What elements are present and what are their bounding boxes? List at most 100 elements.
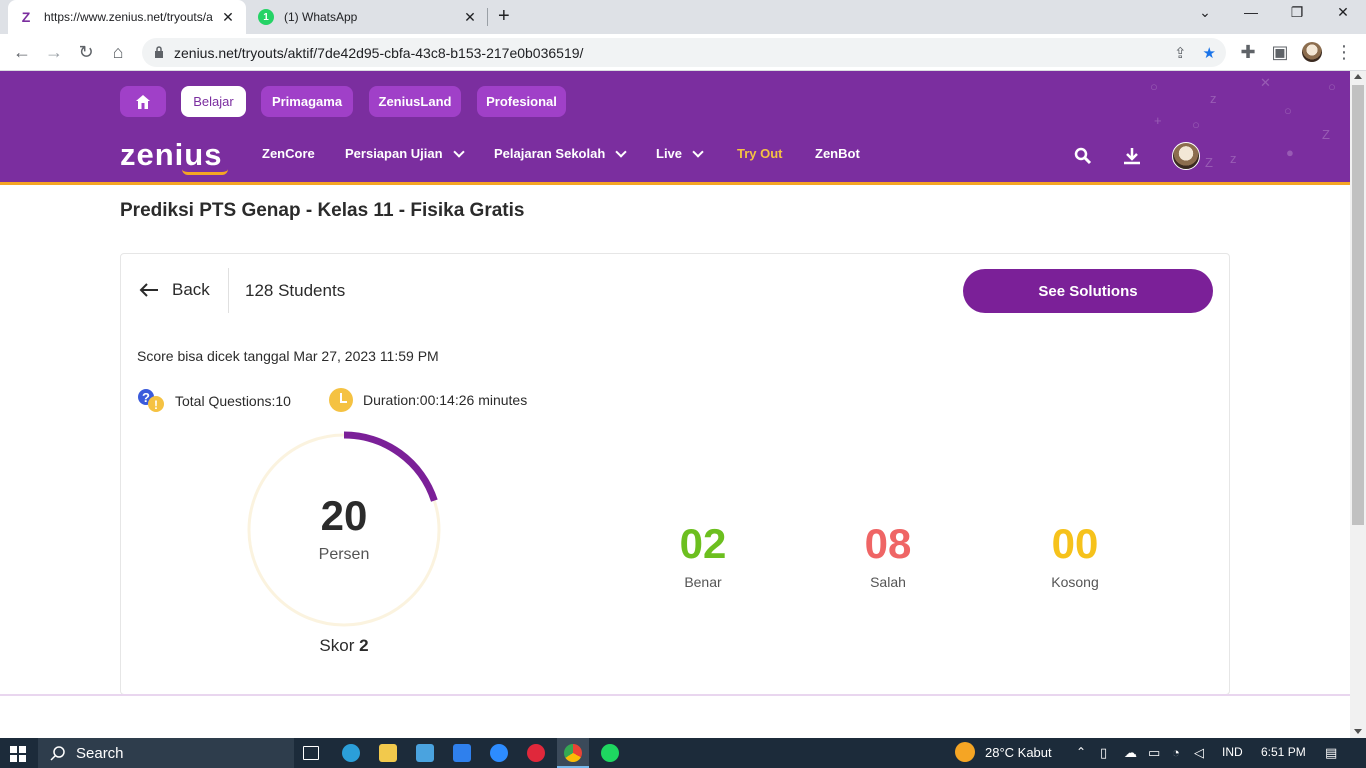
clock-time[interactable]: 6:51 PM <box>1261 745 1306 759</box>
windows-start-icon[interactable] <box>10 746 26 762</box>
nav-zenbot[interactable]: ZenBot <box>815 146 860 161</box>
decor-shape: + <box>1154 113 1162 128</box>
side-panel-icon[interactable]: ▣ <box>1268 40 1292 64</box>
decor-shape: ○ <box>1328 79 1336 94</box>
chrome-icon[interactable] <box>564 744 582 762</box>
file-explorer-icon[interactable] <box>379 744 397 762</box>
bookmark-star-icon[interactable]: ★ <box>1203 44 1216 62</box>
weather-icon[interactable] <box>955 742 975 762</box>
tab-zenius[interactable]: Z https://www.zenius.net/tryouts/a ✕ <box>8 0 246 34</box>
decor-shape: Z <box>1322 127 1330 142</box>
students-count: 128 Students <box>245 281 346 300</box>
nav-label: ZenCore <box>262 146 315 161</box>
site-header: ○ z ✕ ○ Z + ○ ● Z z ○ Belajar Primagama … <box>0 71 1350 185</box>
reload-icon[interactable]: ↻ <box>74 40 98 64</box>
zenius-logo[interactable]: zenius <box>120 137 228 175</box>
nav-live[interactable]: Live <box>656 145 704 161</box>
salah-label: Salah <box>870 574 906 590</box>
zenius-favicon-icon: Z <box>21 9 31 25</box>
back-arrow-icon[interactable]: ← <box>10 40 34 64</box>
duration-stat: Duration:00:14:26 minutes <box>329 388 527 412</box>
close-tab-icon[interactable]: ✕ <box>220 9 236 26</box>
search-icon[interactable] <box>1074 147 1092 165</box>
pill-belajar[interactable]: Belajar <box>181 86 246 117</box>
pill-profesional[interactable]: Profesional <box>477 86 566 117</box>
tab-title: (1) WhatsApp <box>284 10 358 24</box>
tab-whatsapp[interactable]: 1 (1) WhatsApp ✕ <box>248 0 488 34</box>
scroll-up-arrow-icon[interactable] <box>1354 74 1362 79</box>
decor-shape: Z <box>1205 155 1213 170</box>
see-solutions-button[interactable]: See Solutions <box>963 269 1213 313</box>
share-icon[interactable]: ⇪ <box>1174 44 1187 62</box>
total-questions-text: Total Questions:10 <box>175 393 291 409</box>
profile-avatar[interactable] <box>1300 40 1324 64</box>
whatsapp-favicon-icon: 1 <box>258 9 274 25</box>
chrome-menu-icon[interactable]: ⋮ <box>1332 40 1356 64</box>
zoom-icon[interactable] <box>490 744 508 762</box>
window-close-icon[interactable]: ✕ <box>1320 4 1366 21</box>
task-view-icon[interactable] <box>303 746 319 760</box>
logo-swoosh <box>182 169 228 175</box>
nav-label: Persiapan Ujian <box>345 146 443 161</box>
opera-icon[interactable] <box>527 744 545 762</box>
restore-icon[interactable]: ❐ <box>1274 4 1320 21</box>
new-tab-plus-icon[interactable]: + <box>498 5 510 28</box>
pill-zeniusland[interactable]: ZeniusLand <box>369 86 461 117</box>
wifi-icon[interactable]: ◔ <box>1172 745 1180 760</box>
notification-icon[interactable]: ▤ <box>1325 745 1337 761</box>
weather-text[interactable]: 28°C Kabut <box>985 745 1052 760</box>
page-scrollbar[interactable] <box>1350 71 1366 738</box>
taskbar-search[interactable]: Search <box>38 738 294 768</box>
tray-chevron-up-icon[interactable]: ⌃ <box>1076 745 1086 759</box>
address-bar[interactable]: zenius.net/tryouts/aktif/7de42d95-cbfa-4… <box>142 38 1226 67</box>
close-tab-icon[interactable]: ✕ <box>462 9 478 26</box>
lock-icon <box>155 46 163 58</box>
spotify-icon[interactable] <box>601 744 619 762</box>
store-icon[interactable] <box>416 744 434 762</box>
back-button[interactable]: Back <box>138 280 210 300</box>
page-title: Prediksi PTS Genap - Kelas 11 - Fisika G… <box>120 200 525 221</box>
minimize-icon[interactable]: — <box>1228 4 1274 20</box>
home-icon[interactable]: ⌂ <box>106 40 130 64</box>
total-questions-stat: ?! Total Questions:10 <box>137 388 291 414</box>
nav-persiapan-ujian[interactable]: Persiapan Ujian <box>345 145 465 161</box>
svg-text:!: ! <box>154 398 158 412</box>
tab-search-chevron-icon[interactable]: ⌄ <box>1182 4 1228 21</box>
duration-text: Duration:00:14:26 minutes <box>363 392 528 408</box>
tray-device-icon[interactable]: ▯ <box>1100 745 1107 761</box>
nav-pelajaran-sekolah[interactable]: Pelajaran Sekolah <box>494 145 627 161</box>
user-avatar[interactable] <box>1172 142 1200 170</box>
onedrive-cloud-icon[interactable]: ☁ <box>1124 745 1137 761</box>
scrollbar-thumb[interactable] <box>1352 85 1364 525</box>
nav-label: Live <box>656 146 683 161</box>
browser-tab-strip: Z https://www.zenius.net/tryouts/a ✕ 1 (… <box>0 0 1366 34</box>
home-button[interactable] <box>120 86 166 117</box>
pill-primagama[interactable]: Primagama <box>261 86 353 117</box>
mail-icon[interactable] <box>453 744 471 762</box>
decor-shape: ○ <box>1284 103 1292 118</box>
tab-title: https://www.zenius.net/tryouts/a <box>44 10 213 24</box>
gauge-unit: Persen <box>318 546 370 563</box>
gauge-progress-arc <box>343 431 438 502</box>
nav-zencore[interactable]: ZenCore <box>262 146 315 161</box>
language-indicator[interactable]: IND <box>1222 745 1243 759</box>
volume-icon[interactable]: ◁ <box>1194 745 1204 761</box>
score-date-text: Score bisa dicek tanggal Mar 27, 2023 11… <box>137 348 439 364</box>
gauge-value: 20 <box>320 492 368 539</box>
arrow-left-icon <box>139 283 158 297</box>
windows-taskbar: Search 28°C Kabut ⌃ ▯ ☁ ▭ ◔ ◁ IND 6:51 P… <box>0 738 1366 768</box>
scroll-down-arrow-icon[interactable] <box>1354 729 1362 734</box>
back-label: Back <box>172 280 210 299</box>
skor-label: Skor <box>319 636 355 655</box>
edge-icon[interactable] <box>342 744 360 762</box>
result-benar: 02 Benar <box>643 520 763 590</box>
download-icon[interactable] <box>1122 146 1142 166</box>
extensions-puzzle-icon[interactable]: ✚ <box>1236 40 1260 64</box>
nav-try-out[interactable]: Try Out <box>737 146 783 161</box>
skor-text: Skor 2 <box>244 636 444 656</box>
logo-text: zenius <box>120 137 223 172</box>
forward-arrow-icon[interactable]: → <box>42 40 66 64</box>
battery-icon[interactable]: ▭ <box>1148 745 1160 761</box>
home-icon <box>136 94 150 109</box>
decor-shape: ○ <box>1192 117 1200 132</box>
